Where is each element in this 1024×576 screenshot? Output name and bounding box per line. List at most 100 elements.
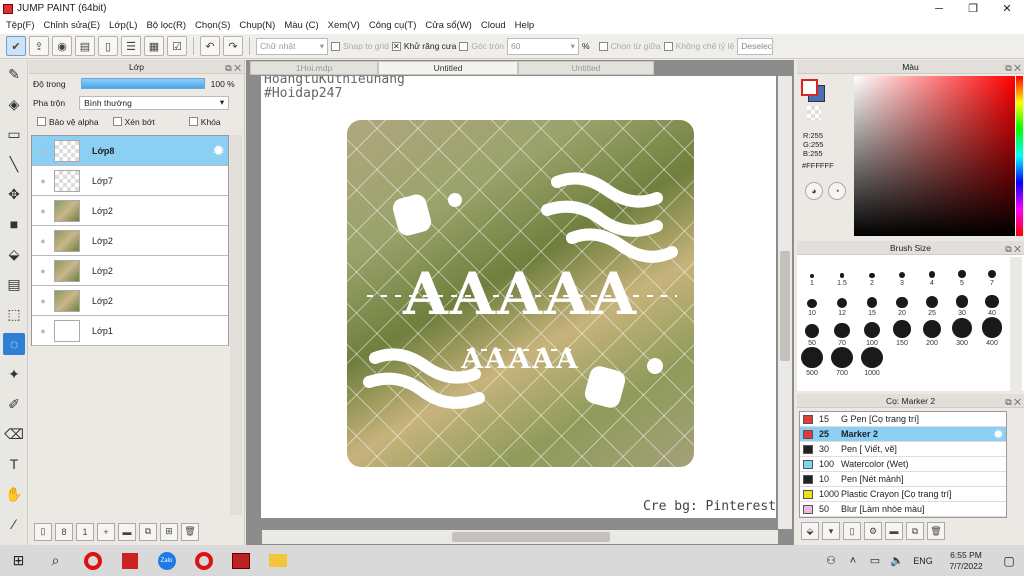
- brush-size-option[interactable]: 5: [947, 257, 977, 287]
- layer-row[interactable]: ● Lớp2: [32, 286, 228, 316]
- menu-tools[interactable]: Công cụ(T): [367, 20, 424, 31]
- menu-window[interactable]: Cửa sổ(W): [423, 20, 478, 31]
- palette-settings-icon[interactable]: ◔: [828, 182, 846, 200]
- eye-icon[interactable]: ●: [32, 266, 54, 276]
- speech-icon[interactable]: ◉: [52, 36, 72, 56]
- transparent-swatch[interactable]: [807, 106, 821, 120]
- search-icon[interactable]: ⌕: [37, 545, 74, 576]
- foreground-color-swatch[interactable]: [801, 79, 818, 96]
- color-picker-square[interactable]: [854, 76, 1015, 236]
- fill-rect-icon[interactable]: ■: [3, 213, 25, 235]
- menu-color[interactable]: Màu (C): [282, 20, 325, 31]
- move-icon[interactable]: ✥: [3, 183, 25, 205]
- trash-icon[interactable]: 🗑: [181, 522, 199, 541]
- brush-size-option[interactable]: 10: [797, 287, 827, 317]
- select-center-option[interactable]: Chọn từ giữa: [598, 41, 661, 51]
- lock-checkbox[interactable]: Khóa: [188, 117, 221, 127]
- subtool-item[interactable]: 100 Watercolor (Wet): [800, 457, 1006, 472]
- bucket-icon[interactable]: ⬙: [3, 243, 25, 265]
- deselect-button[interactable]: Deselec: [737, 37, 774, 55]
- layer-row[interactable]: ● Lớp2: [32, 256, 228, 286]
- brush-size-option[interactable]: 3: [887, 257, 917, 287]
- bucket-icon[interactable]: ⬙: [801, 522, 819, 540]
- brush-size-option[interactable]: 2: [857, 257, 887, 287]
- subtool-item[interactable]: 15 G Pen [Cọ trang trí]: [800, 412, 1006, 427]
- lasso-icon[interactable]: ◌: [3, 333, 25, 355]
- export-icon[interactable]: ⇪: [29, 36, 49, 56]
- brush-size-option[interactable]: 1000: [857, 347, 887, 377]
- new-layer-1bit-icon[interactable]: 1: [76, 522, 94, 541]
- palette-icon[interactable]: ◕: [805, 182, 823, 200]
- network-icon[interactable]: ▭: [864, 545, 886, 576]
- trash-icon[interactable]: 🗑: [927, 522, 945, 540]
- duplicate-icon[interactable]: ⧉: [139, 522, 157, 541]
- eyedropper-icon[interactable]: ⁄: [3, 513, 25, 535]
- menu-select[interactable]: Chọn(S): [193, 20, 237, 31]
- menu-filter[interactable]: Bộ lọc(R): [144, 20, 193, 31]
- subtool-item[interactable]: 25 Marker 2 ✹: [800, 427, 1006, 442]
- gear-icon[interactable]: ✹: [213, 143, 224, 159]
- menu-layer[interactable]: Lớp(L): [107, 20, 144, 31]
- eye-icon[interactable]: ●: [32, 206, 54, 216]
- brush-size-option[interactable]: 200: [917, 317, 947, 347]
- canvas-vertical-scrollbar[interactable]: [778, 76, 792, 529]
- brush-icon[interactable]: ✎: [3, 63, 25, 85]
- tab-untitled[interactable]: Untitled: [518, 61, 654, 75]
- new-tool-icon[interactable]: ▾: [822, 522, 840, 540]
- brush-size-option[interactable]: 1: [797, 257, 827, 287]
- grid-icon[interactable]: ▦: [144, 36, 164, 56]
- brush-size-option[interactable]: 1.5: [827, 257, 857, 287]
- subtool-item[interactable]: 50 Blur [Làm nhòe màu]: [800, 502, 1006, 517]
- eye-icon[interactable]: ●: [32, 236, 54, 246]
- layer-row[interactable]: ● Lớp1: [32, 316, 228, 346]
- fix-ratio-option[interactable]: Không chế tỷ lệ: [663, 41, 734, 51]
- check-icon[interactable]: ✔: [6, 36, 26, 56]
- round-corner-option[interactable]: Góc tròn: [459, 41, 504, 51]
- hand-icon[interactable]: ✋: [3, 483, 25, 505]
- eraser-icon[interactable]: ◈: [3, 93, 25, 115]
- jump-paint-icon[interactable]: [222, 545, 259, 576]
- brush-size-option[interactable]: 25: [917, 287, 947, 317]
- layer-row[interactable]: ● Lớp2: [32, 196, 228, 226]
- brush-size-option[interactable]: 7: [977, 257, 1007, 287]
- tab-1hoi[interactable]: 1Hoi.mdp: [250, 61, 378, 75]
- drawing-canvas[interactable]: HoangtuKuthieunang #Hoidap247 AAAAA AAAA…: [261, 76, 776, 518]
- brush-size-option[interactable]: 30: [947, 287, 977, 317]
- select-eraser-icon[interactable]: ⌫: [3, 423, 25, 445]
- zalo-icon[interactable]: Zalo: [148, 545, 185, 576]
- opacity-slider[interactable]: [80, 78, 205, 89]
- layer-row[interactable]: ● Lớp7: [32, 166, 228, 196]
- language-indicator[interactable]: ENG: [908, 545, 938, 576]
- layer-row[interactable]: ● Lớp8 ✹: [32, 136, 228, 166]
- menu-view[interactable]: Xem(V): [326, 20, 367, 31]
- redo-icon[interactable]: ↷: [223, 36, 243, 56]
- shape-select[interactable]: Chữ nhật ▾: [256, 37, 328, 55]
- file-explorer-icon[interactable]: [259, 545, 296, 576]
- folder-icon[interactable]: ▬: [118, 522, 136, 541]
- brush-size-option[interactable]: 70: [827, 317, 857, 347]
- settings-icon[interactable]: ⚙: [864, 522, 882, 540]
- marquee-icon[interactable]: ⬚: [3, 303, 25, 325]
- clock[interactable]: 6:55 PM 7/7/2022: [938, 550, 994, 572]
- layer-row[interactable]: ● Lớp2: [32, 226, 228, 256]
- brush-scrollbar[interactable]: [1010, 257, 1022, 391]
- subtool-scrollbar[interactable]: [1009, 411, 1021, 518]
- hue-slider[interactable]: [1016, 76, 1023, 236]
- opera-icon[interactable]: [74, 545, 111, 576]
- brush-size-option[interactable]: 20: [887, 287, 917, 317]
- panel-buttons[interactable]: ⧉ ✕: [1005, 395, 1021, 409]
- select-pen-icon[interactable]: ✐: [3, 393, 25, 415]
- panel-buttons[interactable]: ⧉ ✕: [1005, 61, 1021, 75]
- protect-alpha-checkbox[interactable]: Bảo vệ alpha: [37, 117, 99, 127]
- antialias-option[interactable]: ✕ Khử răng cưa: [391, 41, 456, 51]
- menu-file[interactable]: Tệp(F): [4, 20, 42, 31]
- clip-checkbox[interactable]: Xén bớt: [112, 117, 155, 127]
- subtool-item[interactable]: 30 Pen [ Viết, vẽ]: [800, 442, 1006, 457]
- minimize-button[interactable]: ─: [922, 3, 956, 15]
- add-layer-menu-icon[interactable]: +: [97, 522, 115, 541]
- canvas-horizontal-scrollbar[interactable]: [262, 530, 778, 544]
- eye-icon[interactable]: ●: [32, 326, 54, 336]
- menu-help[interactable]: Help: [513, 20, 542, 31]
- scroll-thumb[interactable]: [780, 251, 790, 361]
- people-icon[interactable]: ⚇: [820, 545, 842, 576]
